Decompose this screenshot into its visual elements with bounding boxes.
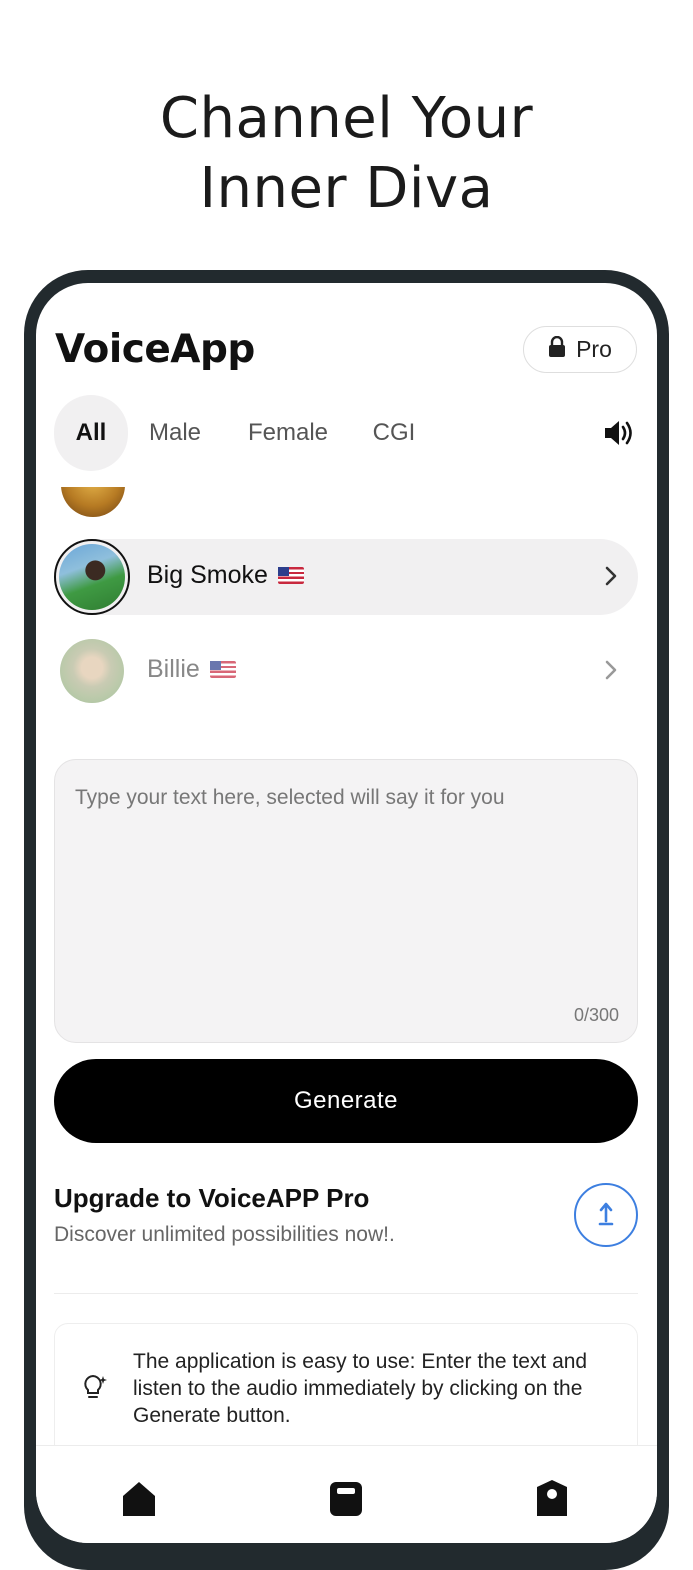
text-input[interactable]: Type your text here, selected will say i… — [54, 759, 638, 1043]
generate-button[interactable]: Generate — [54, 1059, 638, 1143]
tip-card: The application is easy to use: Enter th… — [54, 1323, 638, 1463]
text-input-placeholder: Type your text here, selected will say i… — [75, 786, 505, 809]
voice-name-row: Big Smoke — [147, 561, 304, 590]
upgrade-button[interactable] — [574, 1183, 638, 1247]
pro-label: Pro — [576, 336, 612, 362]
headline-line-2: Inner Diva — [199, 156, 494, 221]
avatar — [54, 633, 130, 709]
voice-name: Billie — [147, 655, 200, 683]
avatar — [54, 539, 130, 615]
bottom-nav — [36, 1445, 657, 1543]
tab-cgi[interactable]: CGI — [368, 395, 420, 471]
app-screen: VoiceApp Pro All Male Female CGI Big Smo… — [36, 283, 657, 1543]
pro-button[interactable]: Pro — [523, 326, 637, 373]
voice-row-billie[interactable]: Billie — [54, 633, 638, 709]
divider — [54, 1293, 638, 1294]
voice-avatar-partial — [61, 487, 125, 517]
lock-icon — [548, 335, 566, 364]
voice-name-row: Billie — [147, 655, 236, 684]
tab-all[interactable]: All — [54, 395, 128, 471]
app-title: VoiceApp — [55, 327, 255, 372]
upgrade-subtitle: Discover unlimited possibilities now!. — [54, 1223, 395, 1246]
speaker-icon[interactable] — [602, 417, 634, 454]
tab-female[interactable]: Female — [240, 395, 336, 471]
voice-name: Big Smoke — [147, 561, 268, 589]
us-flag-icon — [277, 567, 304, 584]
category-tabs: All Male Female CGI — [54, 395, 654, 471]
voice-row-big-smoke[interactable]: Big Smoke — [54, 539, 638, 615]
tab-male[interactable]: Male — [140, 395, 210, 471]
headline-line-1: Channel Your — [159, 86, 534, 151]
upgrade-title: Upgrade to VoiceAPP Pro — [54, 1183, 370, 1213]
chevron-right-icon — [604, 659, 618, 686]
lightbulb-icon — [79, 1372, 109, 1407]
character-counter: 0/300 — [573, 1005, 619, 1025]
us-flag-icon — [209, 661, 236, 678]
upload-icon — [596, 1199, 616, 1232]
tip-text: The application is easy to use: Enter th… — [133, 1350, 588, 1427]
chevron-right-icon — [604, 565, 618, 592]
headline: Channel Your Inner Diva — [0, 84, 693, 224]
